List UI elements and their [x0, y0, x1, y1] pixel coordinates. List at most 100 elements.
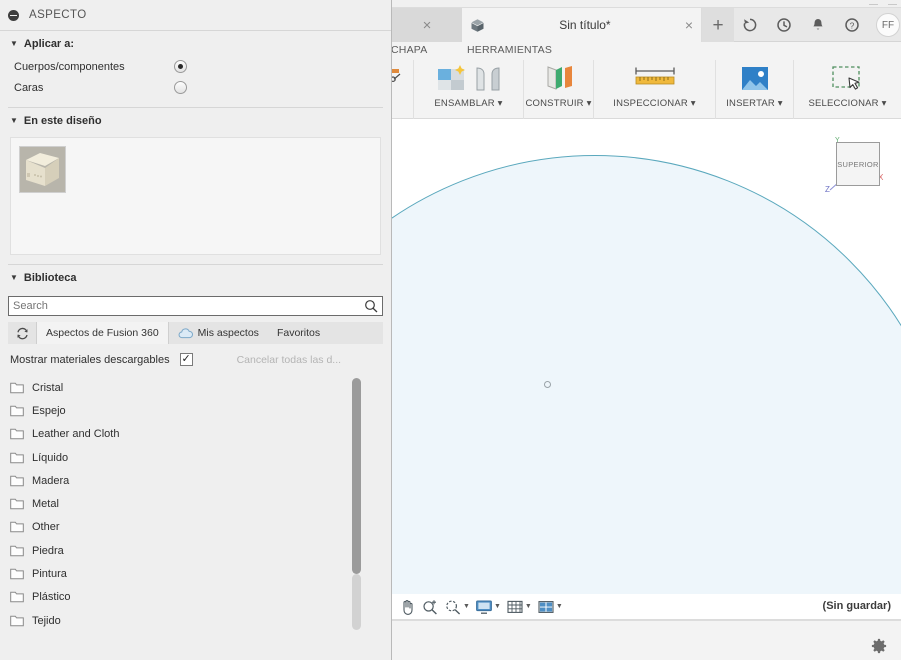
folder-row[interactable]: Other [0, 516, 391, 539]
ribbon-group-construir[interactable]: CONSTRUIR ▾ [524, 60, 594, 119]
insert-image-icon [741, 67, 768, 90]
chevron-down-icon[interactable]: ▼ [463, 603, 470, 610]
folder-row[interactable]: Piedra [0, 539, 391, 562]
close-icon[interactable]: × [685, 17, 693, 33]
ribbon-group-insertar[interactable]: INSERTAR ▾ [716, 60, 794, 119]
notifications-bell-icon[interactable] [802, 8, 834, 42]
triangle-down-icon[interactable]: ▼ [10, 40, 18, 48]
folder-row[interactable]: Metal [0, 492, 391, 515]
folder-list-scrollbar-lower-track[interactable] [352, 574, 361, 630]
library-tab-label: Aspectos de Fusion 360 [46, 327, 159, 339]
show-downloadable-label: Mostrar materiales descargables [10, 353, 170, 366]
folder-row[interactable]: Madera [0, 469, 391, 492]
show-downloadable-checkbox[interactable]: ✓ [179, 353, 193, 366]
ribbon-group-inspeccionar[interactable]: INSPECCIONAR ▾ [594, 60, 716, 119]
settings-button[interactable] [871, 638, 887, 657]
help-icon[interactable]: ? [836, 8, 868, 42]
ribbon-group-seleccionar[interactable]: SELECCIONAR ▾ [794, 60, 901, 119]
chevron-down-icon[interactable]: ▼ [556, 603, 563, 610]
grid-snaps-icon [507, 600, 523, 613]
chevron-down-icon[interactable]: ▼ [494, 603, 501, 610]
triangle-down-icon[interactable]: ▼ [10, 274, 18, 282]
folder-icon [10, 429, 24, 440]
folder-row[interactable]: Tejido [0, 609, 391, 632]
view-cube[interactable]: Y X Z SUPERIOR [822, 132, 884, 194]
minimize-button[interactable] [869, 3, 878, 5]
grid-snaps-button[interactable]: ▼ [504, 596, 534, 618]
view-cube-face[interactable]: SUPERIOR [836, 142, 880, 186]
sketch-circle[interactable] [392, 155, 901, 594]
maximize-button[interactable] [888, 3, 897, 5]
folder-icon [10, 592, 24, 603]
collapse-icon[interactable] [8, 9, 19, 21]
appearance-dialog[interactable]: ASPECTO ▼ Aplicar a: Cuerpos/componentes… [0, 0, 392, 660]
cardboard-box-icon [20, 147, 65, 192]
cloud-icon [178, 327, 193, 338]
document-tab-inactive[interactable]: × [392, 8, 462, 42]
radio-row-bodies-components[interactable]: Cuerpos/componentes [0, 56, 391, 77]
section-label: Biblioteca [23, 272, 77, 284]
library-folder-list[interactable]: Cristal Espejo Leather and Cloth Líquido… [0, 376, 391, 660]
folder-row[interactable]: Pintura [0, 562, 391, 585]
folder-row[interactable]: Líquido [0, 446, 391, 469]
folder-row[interactable]: Cristal [0, 376, 391, 399]
zoom-window-button[interactable]: ▼ [442, 596, 472, 618]
gear-icon [871, 638, 887, 654]
close-icon[interactable]: × [423, 18, 432, 33]
library-tab-my-appearances[interactable]: Mis aspectos [169, 322, 268, 344]
viewports-button[interactable]: ▼ [535, 596, 565, 618]
section-in-this-design-header[interactable]: ▼ En este diseño [0, 108, 391, 133]
folder-icon [10, 568, 24, 580]
in-this-design-swatch-area[interactable] [10, 137, 381, 255]
library-refresh-button[interactable] [8, 322, 36, 344]
folder-row[interactable]: Espejo [0, 399, 391, 422]
library-tab-strip: Aspectos de Fusion 360 Mis aspectos Favo… [8, 322, 383, 344]
folder-list-scrollbar-thumb[interactable] [352, 378, 361, 574]
search-box[interactable] [8, 296, 383, 316]
display-settings-icon [476, 600, 492, 614]
zoom-icon [423, 599, 437, 615]
radio-faces[interactable] [174, 81, 187, 94]
zoom-tool-button[interactable] [419, 596, 441, 618]
show-downloadable-row[interactable]: Mostrar materiales descargables ✓ Cancel… [0, 344, 391, 372]
folder-row[interactable]: Leather and Cloth [0, 423, 391, 446]
ribbon-group-label: CONSTRUIR ▾ [525, 98, 592, 109]
library-tab-favorites[interactable]: Favoritos [268, 322, 329, 344]
svg-text:Z: Z [825, 185, 830, 194]
radio-bodies-components[interactable] [174, 60, 187, 73]
ribbon-tab-herramientas[interactable]: HERRAMIENTAS [467, 44, 552, 56]
ribbon-group-ensamblar[interactable]: ENSAMBLAR ▾ [414, 60, 524, 119]
radio-row-faces[interactable]: Caras [0, 77, 391, 98]
folder-icon [10, 475, 24, 487]
folder-name: Tejido [32, 614, 61, 627]
recent-clock-icon[interactable] [768, 8, 800, 42]
chevron-down-icon[interactable]: ▼ [525, 603, 532, 610]
search-icon[interactable] [364, 299, 378, 313]
measure-icon [634, 67, 675, 85]
dialog-title: ASPECTO [29, 9, 87, 21]
pan-tool-button[interactable] [396, 596, 418, 618]
material-swatch-thumbnail[interactable] [19, 146, 66, 193]
display-settings-button[interactable]: ▼ [473, 596, 503, 618]
folder-name: Madera [32, 474, 70, 487]
triangle-down-icon[interactable]: ▼ [10, 117, 18, 125]
avatar[interactable]: FF [876, 13, 900, 37]
construct-plane-icon [547, 66, 572, 90]
folder-icon [10, 498, 24, 510]
joint-icon [476, 67, 499, 91]
new-tab-button[interactable]: + [702, 8, 734, 42]
refresh-icon[interactable] [734, 8, 766, 42]
section-library-header[interactable]: ▼ Biblioteca [0, 265, 391, 290]
search-input[interactable] [13, 300, 364, 312]
cancel-all-downloads-link[interactable]: Cancelar todas las d... [237, 354, 341, 366]
section-apply-to-header[interactable]: ▼ Aplicar a: [0, 31, 391, 56]
ribbon-tab-chapa[interactable]: CHAPA [391, 44, 427, 56]
library-tab-fusion360[interactable]: Aspectos de Fusion 360 [36, 322, 169, 344]
document-tab-active[interactable]: Sin título* × [462, 8, 702, 42]
folder-row[interactable]: Plástico [0, 586, 391, 609]
pan-icon [403, 599, 413, 615]
window-controls[interactable] [827, 0, 897, 8]
sketch-center-point[interactable] [544, 381, 551, 388]
folder-name: Plástico [32, 591, 71, 604]
folder-icon [10, 382, 24, 393]
